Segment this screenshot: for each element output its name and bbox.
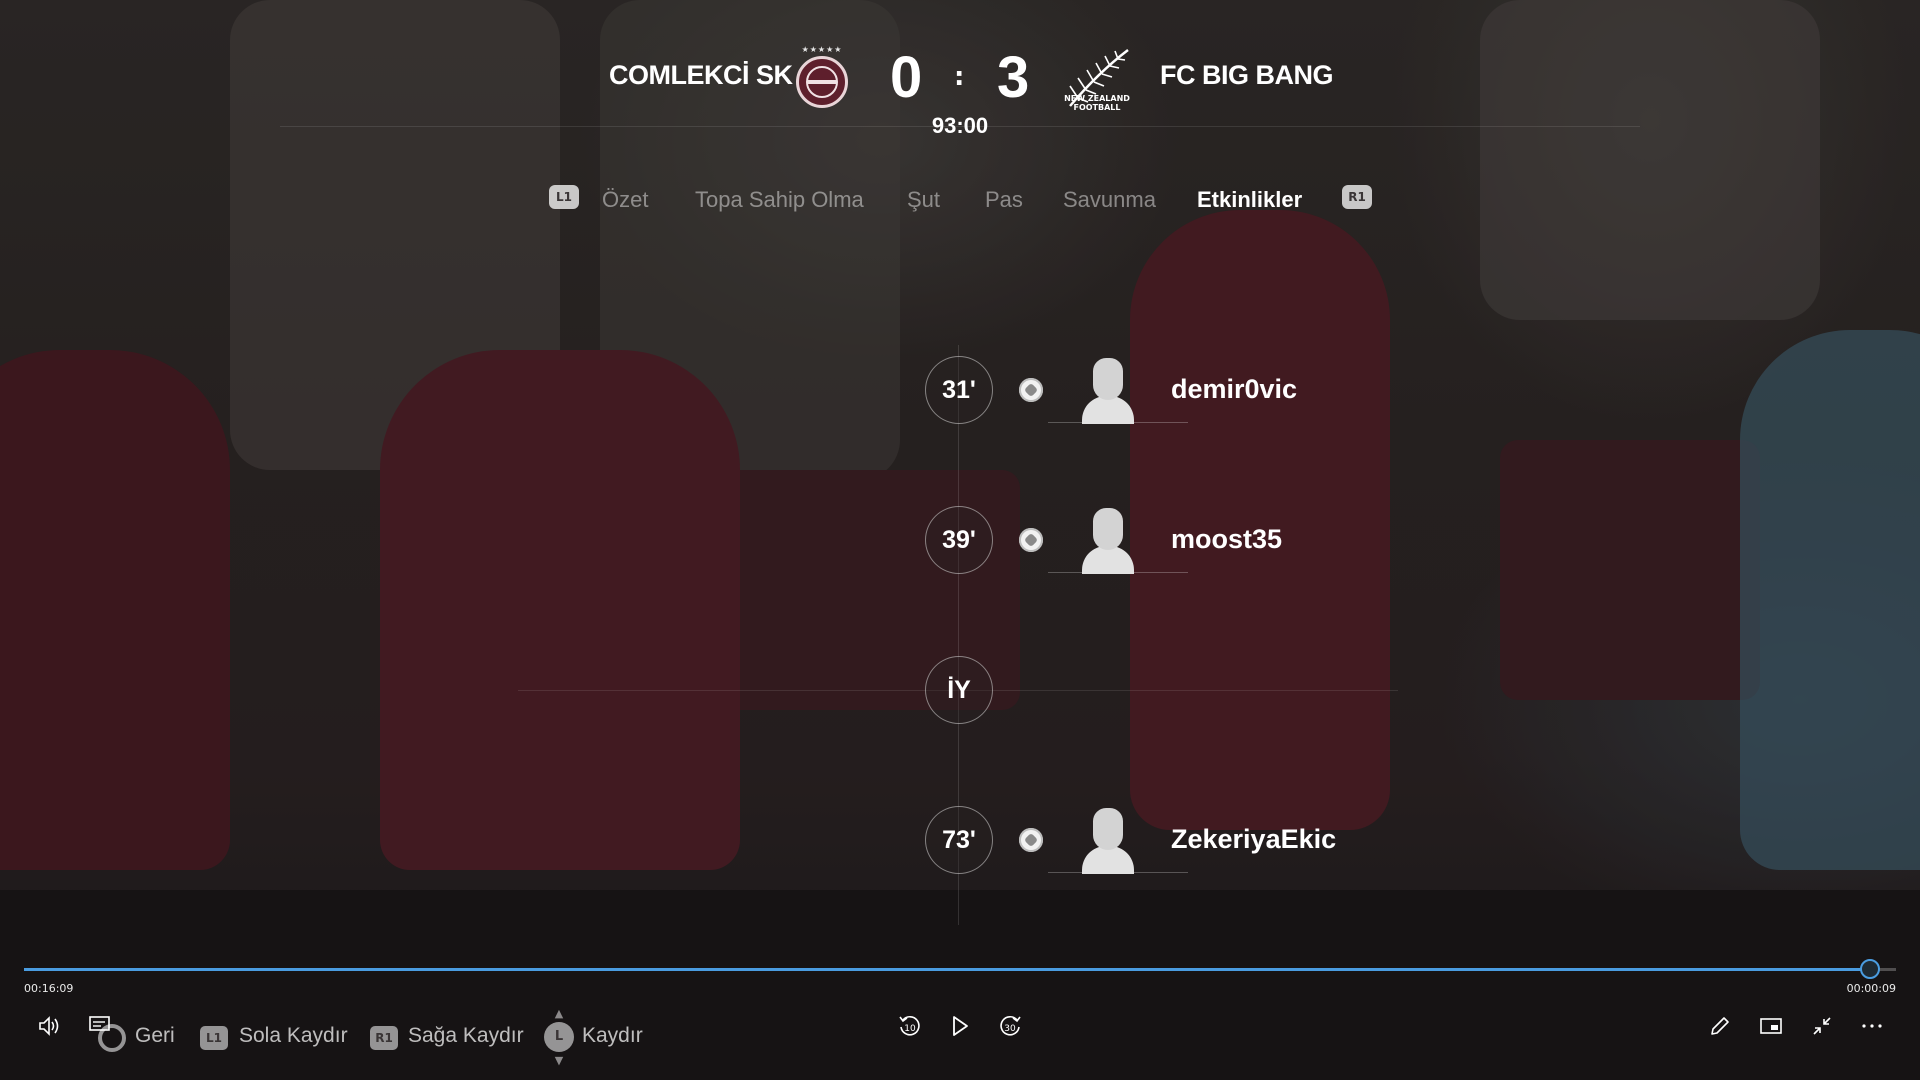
score-separator: : (954, 62, 965, 92)
svg-text:30: 30 (1004, 1024, 1016, 1034)
event-minute: 31' (925, 356, 993, 424)
event-minute: 73' (925, 806, 993, 874)
mini-player-icon[interactable] (1759, 1014, 1783, 1038)
volume-icon[interactable] (38, 1015, 62, 1037)
back-button-circle-icon[interactable] (98, 1024, 126, 1052)
skip-back-10-icon[interactable]: 10 (896, 1012, 924, 1040)
goal-ball-icon (1019, 528, 1043, 552)
tab-pas[interactable]: Pas (985, 187, 1023, 213)
match-clock: 93:00 (931, 113, 989, 138)
event-player-name: demir0vic (1171, 374, 1298, 404)
player-avatar (1048, 806, 1188, 874)
seek-bar[interactable] (24, 959, 1896, 979)
pencil-icon[interactable] (1708, 1014, 1732, 1038)
home-score: 0 (890, 45, 923, 110)
scroll-right-label: Sağa Kaydır (408, 1024, 524, 1047)
player-avatar (1048, 356, 1188, 424)
stick-down-arrow-icon: ▼ (554, 1054, 564, 1067)
exit-fullscreen-icon[interactable] (1810, 1014, 1834, 1038)
goal-ball-icon (1019, 828, 1043, 852)
tab-sut[interactable]: Şut (907, 187, 940, 213)
scroll-right-badge: R1 (370, 1026, 398, 1050)
elapsed-time: 00:16:09 (24, 982, 74, 995)
away-crest-caption: NEW ZEALAND FOOTBALL (1064, 94, 1130, 112)
goal-ball-icon (1019, 378, 1043, 402)
seek-bar-fill (24, 968, 1868, 971)
event-minute: 39' (925, 506, 993, 574)
home-crest-stars: ★★★★★ (801, 45, 843, 54)
tab-topa-sahip-olma[interactable]: Topa Sahip Olma (695, 187, 864, 213)
more-options-icon[interactable] (1860, 1014, 1884, 1038)
tab-prev-button-hint[interactable]: L1 (549, 185, 579, 209)
back-hint-label: Geri (135, 1024, 175, 1047)
away-score: 3 (997, 45, 1030, 110)
event-player-name: ZekeriyaEkic (1171, 824, 1337, 854)
tab-ozet[interactable]: Özet (602, 187, 648, 213)
tab-etkinlikler[interactable]: Etkinlikler (1197, 187, 1302, 213)
player-avatar (1048, 506, 1188, 574)
event-player-name: moost35 (1171, 524, 1283, 554)
seek-bar-thumb[interactable] (1859, 959, 1880, 979)
stats-tabs: L1 Özet Topa Sahip Olma Şut Pas Savunma … (0, 181, 1920, 221)
tab-next-button-hint[interactable]: R1 (1342, 185, 1372, 209)
away-team-name: FC BIG BANG (1160, 60, 1334, 90)
skip-forward-30-icon[interactable]: 30 (996, 1012, 1024, 1040)
tab-savunma[interactable]: Savunma (1063, 187, 1156, 213)
stick-up-arrow-icon: ▲ (554, 1007, 564, 1020)
half-time-label: İY (925, 656, 993, 724)
home-team-name: COMLEKCİ SK (609, 60, 793, 90)
svg-text:10: 10 (904, 1024, 916, 1034)
left-stick-icon: L (544, 1022, 574, 1052)
remaining-time: 00:00:09 (1846, 982, 1896, 995)
scroll-left-label: Sola Kaydır (239, 1024, 348, 1047)
scroll-label: Kaydır (582, 1024, 643, 1047)
scroll-left-badge: L1 (200, 1026, 228, 1050)
home-team-crest-icon (796, 56, 848, 108)
play-icon[interactable] (948, 1013, 972, 1039)
